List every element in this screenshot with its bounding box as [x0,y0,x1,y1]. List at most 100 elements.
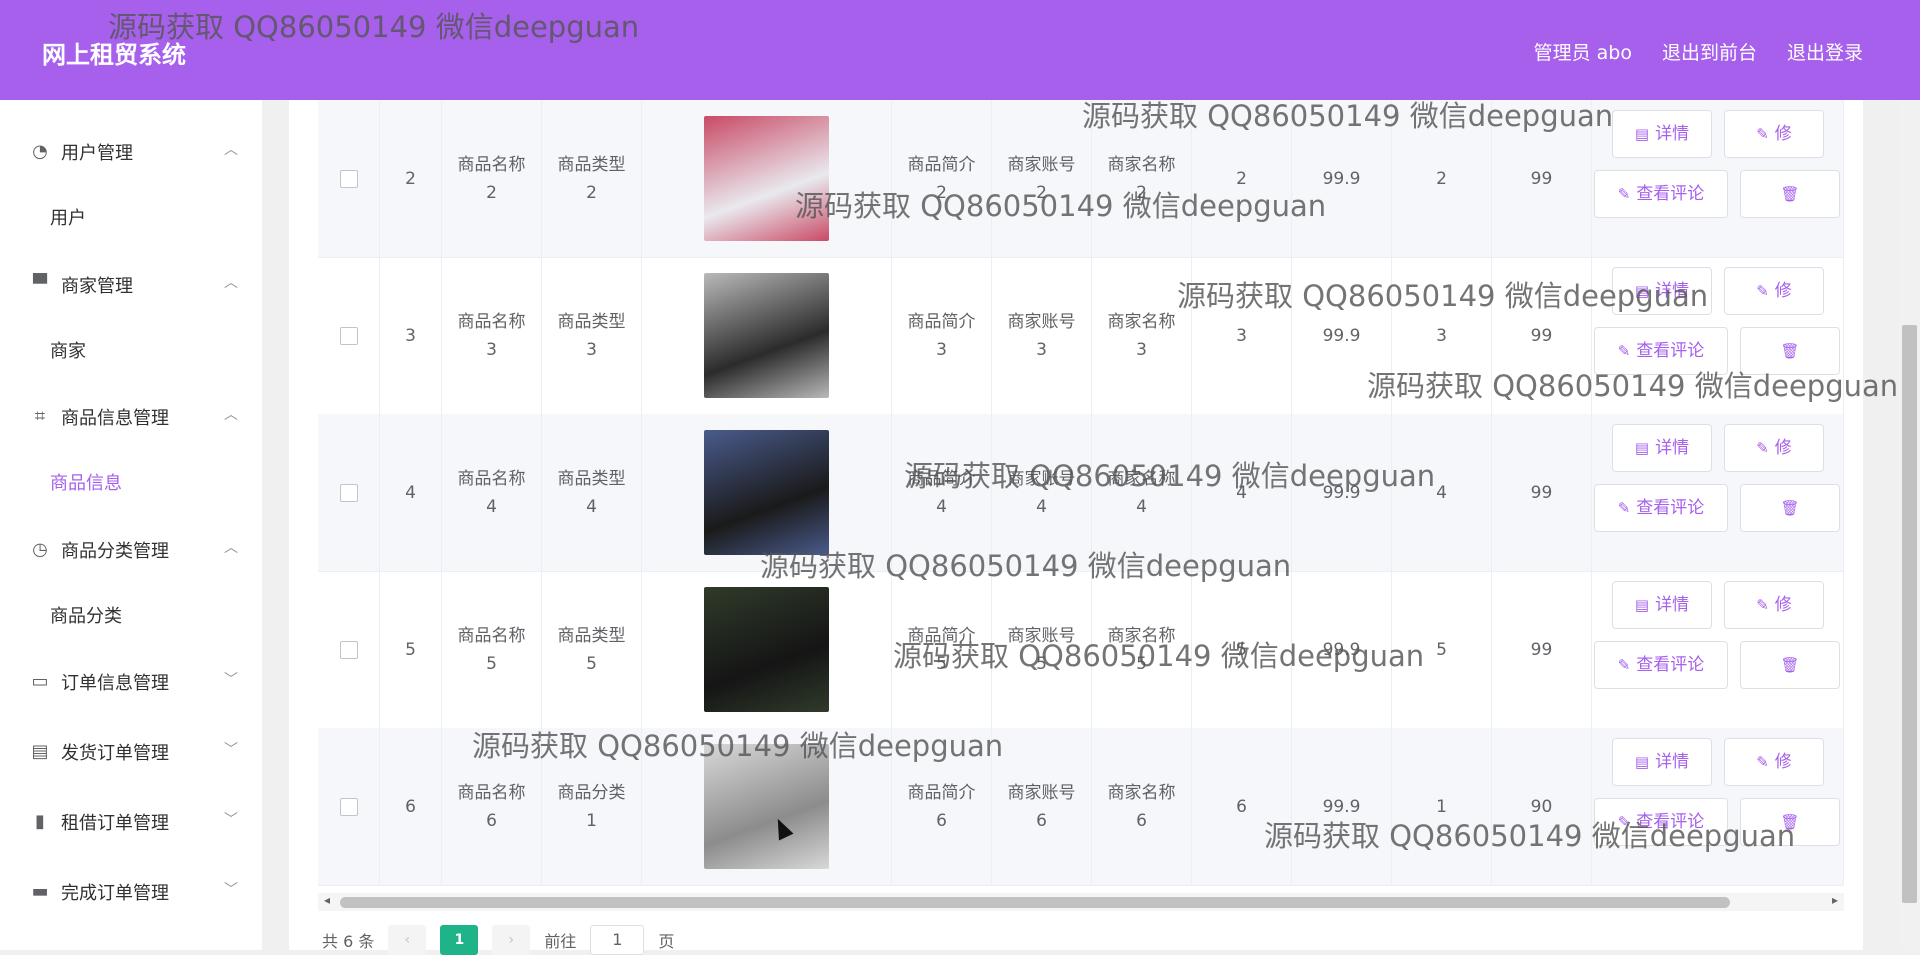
row-checkbox[interactable] [339,483,358,502]
trash-icon: 🗑 [1780,185,1800,203]
detail-button[interactable]: ▤ 详情 [1612,738,1712,786]
scrollbar-thumb[interactable] [340,897,1730,908]
operations-cell: ▤ 详情 ✎ 修 ✎ 查看评论 🗑 [1592,414,1844,571]
menu-user-management[interactable]: ◔ 用户管理 ︿ [0,124,262,180]
delete-button[interactable]: 🗑 [1740,170,1840,218]
menu-rental-order-management[interactable]: ▮ 租借订单管理 ﹀ [0,794,262,850]
cell-text: 5 [1136,653,1147,674]
cell-c3: 99 [1492,571,1592,728]
cell-c1: 5 [1192,571,1292,728]
row-checkbox[interactable] [339,797,358,816]
cell-name: 商品名称 6 [442,728,542,885]
admin-user-link[interactable]: 管理员 abo [1534,38,1632,65]
view-comments-button[interactable]: ✎ 查看评论 [1594,327,1728,375]
cell-c3: 99 [1492,414,1592,571]
select-cell [318,728,380,885]
cell-intro: 商品简介 3 [892,257,992,414]
cell-intro: 商品简介 6 [892,728,992,885]
product-image-cell [642,100,892,257]
menu-label: 商品分类管理 [61,541,169,562]
header-nav: 管理员 abo 退出到前台 退出登录 [1534,38,1863,65]
table-horizontal-scrollbar[interactable]: ◂ ▸ [318,893,1844,911]
edit-button[interactable]: ✎ 修 [1724,738,1824,786]
menu-shipping-order-management[interactable]: ▤ 发货订单管理 ﹀ [0,724,262,780]
back-to-frontend-link[interactable]: 退出到前台 [1662,38,1757,65]
cell-text: 6 [405,796,416,817]
row-checkbox[interactable] [339,326,358,345]
cell-text: 商品简介 [907,468,976,489]
edit-icon: ✎ [1756,125,1769,143]
menu-label: 完成订单管理 [61,883,169,904]
scrollbar-thumb[interactable] [1902,325,1917,903]
page-vertical-scrollbar[interactable] [1899,100,1920,950]
view-comments-button[interactable]: ✎ 查看评论 [1594,641,1728,689]
edit-button[interactable]: ✎ 修 [1724,267,1824,315]
cell-text: 3 [1136,339,1147,360]
view-comments-button[interactable]: ✎ 查看评论 [1594,798,1728,846]
menu-merchant-management[interactable]: ▀ 商家管理 ︿ [0,257,262,313]
cell-text: 2 [586,182,597,203]
select-cell [318,571,380,728]
delete-button[interactable]: 🗑 [1740,484,1840,532]
detail-button[interactable]: ▤ 详情 [1612,581,1712,629]
sidebar-item-product-info[interactable]: 商品信息 [50,469,122,495]
row-checkbox[interactable] [339,640,358,659]
cell-text: 商家名称 [1107,782,1176,803]
detail-button[interactable]: ▤ 详情 [1612,424,1712,472]
menu-label: 用户管理 [61,143,133,164]
goto-page-input[interactable]: 1 [590,925,645,955]
cell-text: 99.9 [1322,639,1361,660]
app-title: 网上租贸系统 [42,41,186,69]
cell-text: 2 [486,182,497,203]
menu-product-category-management[interactable]: ◷ 商品分类管理 ︿ [0,522,262,578]
delete-button[interactable]: 🗑 [1740,327,1840,375]
cell-type: 商品类型 4 [542,414,642,571]
cell-c1: 6 [1192,728,1292,885]
delete-button[interactable]: 🗑 [1740,641,1840,689]
sidebar-item-user[interactable]: 用户 [50,204,86,230]
view-comments-button[interactable]: ✎ 查看评论 [1594,484,1728,532]
product-image [704,587,829,712]
cell-merchant: 商家名称 2 [1092,100,1192,257]
edit-button[interactable]: ✎ 修 [1724,581,1824,629]
detail-button[interactable]: ▤ 详情 [1612,267,1712,315]
cell-text: 4 [586,496,597,517]
row-checkbox[interactable] [339,169,358,188]
detail-button[interactable]: ▤ 详情 [1612,110,1712,158]
cell-name: 商品名称 4 [442,414,542,571]
sidebar-item-merchant[interactable]: 商家 [50,337,86,363]
cell-text: 2 [1036,182,1047,203]
view-comments-button[interactable]: ✎ 查看评论 [1594,170,1728,218]
cell-index: 5 [380,571,442,728]
cell-text: 2 [1136,182,1147,203]
edit-button[interactable]: ✎ 修 [1724,110,1824,158]
cell-type: 商品类型 5 [542,571,642,728]
delete-button[interactable]: 🗑 [1740,798,1840,846]
page-number-button[interactable]: 1 [440,925,479,955]
edit-button[interactable]: ✎ 修 [1724,424,1824,472]
chevron-down-icon: ﹀ [224,882,238,898]
scroll-left-arrow-icon[interactable]: ◂ [324,893,330,907]
scroll-right-arrow-icon[interactable]: ▸ [1832,893,1838,907]
sidebar: ◔ 用户管理 ︿ 用户 ▀ 商家管理 ︿ 商家 ⌗ 商品信息管理 ︿ 商品信息 … [0,100,262,950]
menu-product-info-management[interactable]: ⌗ 商品信息管理 ︿ [0,389,262,445]
cell-price: 99.9 [1292,100,1392,257]
cell-index: 3 [380,257,442,414]
cell-text: 2 [1236,168,1247,189]
menu-order-info-management[interactable]: ▭ 订单信息管理 ﹀ [0,654,262,710]
logout-link[interactable]: 退出登录 [1787,38,1863,65]
cell-text: 6 [1136,810,1147,831]
cell-text: 3 [1036,339,1047,360]
product-table: 2 商品名称 2 商品类型 2 商品简介 2 商家账号 2 商家名称 2 2 99.9 2 99 ▤ 详情 ✎ 修 ✎… [318,100,1844,894]
edit-icon: ✎ [1617,813,1631,831]
next-page-button[interactable]: › [492,925,531,955]
cell-name: 商品名称 2 [442,100,542,257]
prev-page-button[interactable]: ‹ [388,925,427,955]
sidebar-item-product-category[interactable]: 商品分类 [50,602,122,628]
table-row: 5 商品名称 5 商品类型 5 商品简介 5 商家账号 5 商家名称 5 5 99.9 5 99 ▤ 详情 ✎ 修 ✎… [318,571,1844,729]
menu-label: 租借订单管理 [61,813,169,834]
menu-completed-order-management[interactable]: ▬ 完成订单管理 ﹀ [0,864,262,920]
cell-account: 商家账号 2 [992,100,1092,257]
clipboard-icon: ▤ [31,741,49,762]
cell-c1: 3 [1192,257,1292,414]
